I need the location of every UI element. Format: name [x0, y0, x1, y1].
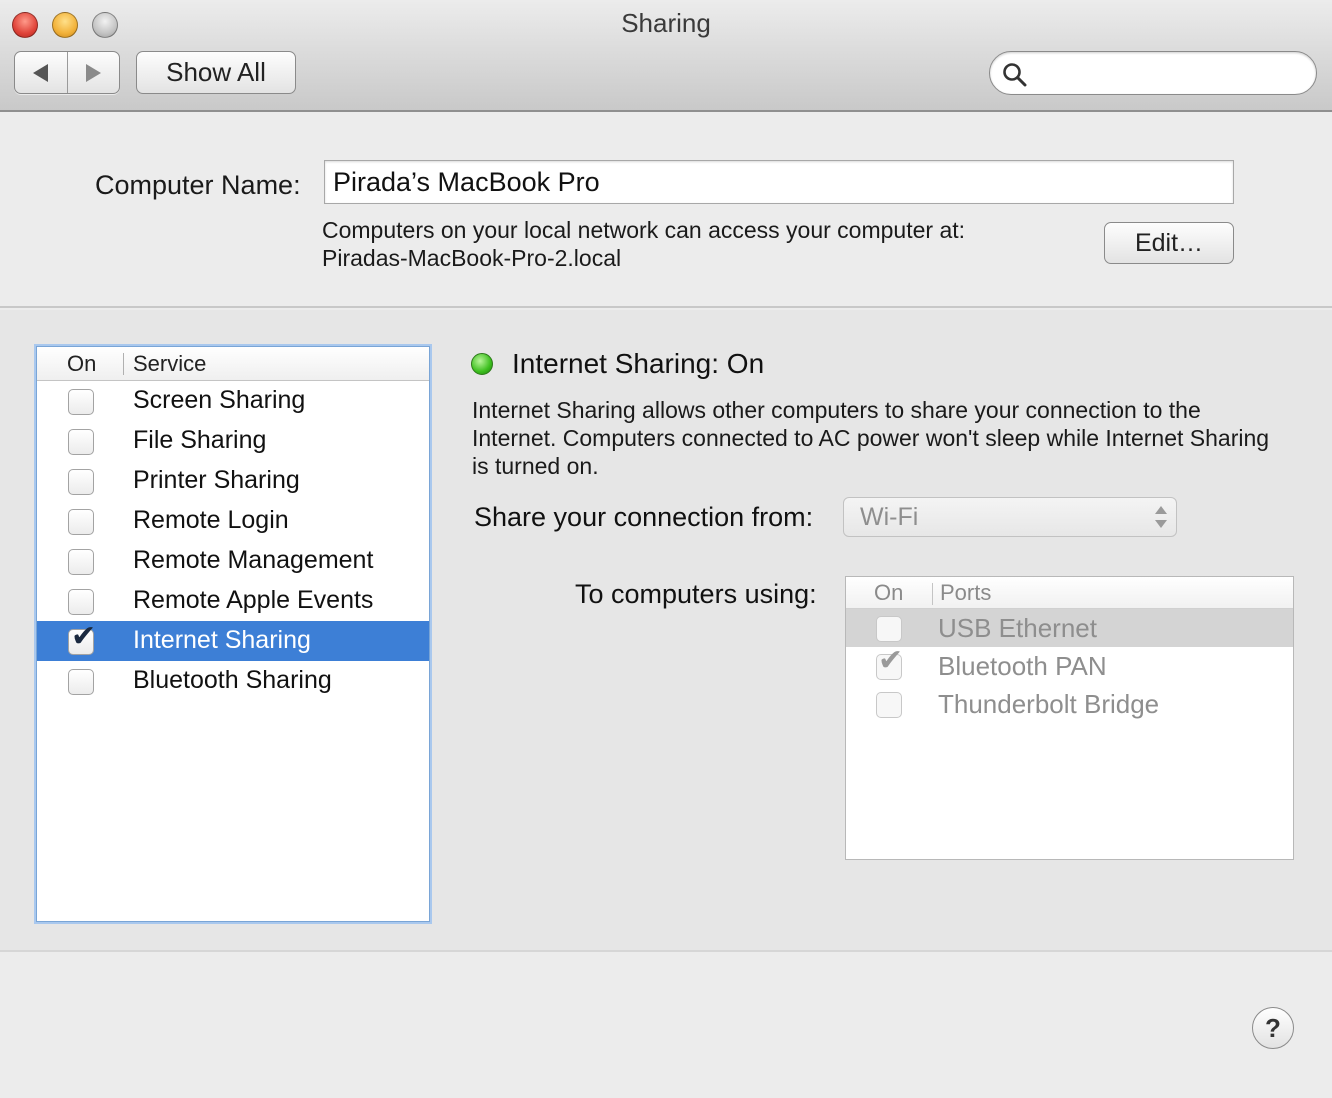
- search-icon: [1003, 63, 1027, 87]
- port-checkbox[interactable]: [876, 692, 902, 718]
- window-toolbar: Sharing Show All: [0, 0, 1332, 112]
- column-divider: [123, 353, 124, 375]
- service-checkbox[interactable]: [68, 469, 94, 495]
- service-checkbox[interactable]: [68, 509, 94, 535]
- chevron-left-icon: [33, 63, 49, 82]
- port-label: Thunderbolt Bridge: [938, 689, 1160, 719]
- port-label: USB Ethernet: [938, 613, 1097, 643]
- service-row-file-sharing[interactable]: File Sharing: [37, 421, 429, 461]
- share-from-popup[interactable]: Wi-Fi: [843, 497, 1177, 537]
- show-all-button[interactable]: Show All: [136, 51, 296, 94]
- service-status-title: Internet Sharing: On: [512, 348, 765, 379]
- column-header-ports[interactable]: Ports: [940, 580, 991, 606]
- service-row-remote-apple-events[interactable]: Remote Apple Events: [37, 581, 429, 621]
- checkmark-icon: ✔: [878, 644, 904, 677]
- port-checkbox[interactable]: [876, 616, 902, 642]
- service-label: Remote Management: [133, 546, 374, 574]
- ports-table-header: On Ports: [846, 577, 1293, 609]
- search-field[interactable]: [989, 51, 1317, 95]
- service-checkbox[interactable]: [68, 549, 94, 575]
- local-address-intro: Computers on your local network can acce…: [322, 217, 966, 243]
- service-row-remote-management[interactable]: Remote Management: [37, 541, 429, 581]
- sharing-main-panel: On Service Screen Sharing File Sharing P…: [0, 310, 1332, 952]
- service-row-printer-sharing[interactable]: Printer Sharing: [37, 461, 429, 501]
- services-table-header: On Service: [37, 347, 429, 381]
- popup-arrows-icon: [1154, 504, 1168, 530]
- search-input[interactable]: [1036, 58, 1296, 88]
- to-computers-label: To computers using:: [575, 579, 817, 609]
- chevron-right-icon: [85, 63, 101, 82]
- service-label: Printer Sharing: [133, 466, 300, 494]
- port-row-usb-ethernet[interactable]: USB Ethernet: [846, 609, 1293, 647]
- computer-name-label: Computer Name:: [95, 170, 301, 200]
- service-label: Internet Sharing: [133, 626, 311, 654]
- help-button[interactable]: ?: [1252, 1007, 1294, 1049]
- service-checkbox[interactable]: [68, 589, 94, 615]
- service-label: Remote Login: [133, 506, 289, 534]
- port-label: Bluetooth PAN: [938, 651, 1107, 681]
- service-checkbox[interactable]: [68, 389, 94, 415]
- service-label: File Sharing: [133, 426, 267, 454]
- computer-name-field[interactable]: Pirada’s MacBook Pro: [324, 160, 1234, 204]
- service-label: Bluetooth Sharing: [133, 666, 332, 694]
- local-address-value: Piradas-MacBook-Pro-2.local: [322, 245, 622, 271]
- column-header-on[interactable]: On: [874, 580, 903, 606]
- back-forward-control: [14, 51, 120, 94]
- local-address-description: Computers on your local network can acce…: [322, 216, 965, 272]
- back-button[interactable]: [15, 52, 67, 93]
- service-label: Remote Apple Events: [133, 586, 374, 614]
- service-row-internet-sharing[interactable]: ✔ Internet Sharing: [37, 621, 429, 661]
- service-description: Internet Sharing allows other computers …: [472, 397, 1270, 479]
- service-label: Screen Sharing: [133, 386, 306, 414]
- services-table[interactable]: On Service Screen Sharing File Sharing P…: [36, 346, 430, 922]
- column-header-service[interactable]: Service: [133, 351, 206, 377]
- service-row-screen-sharing[interactable]: Screen Sharing: [37, 381, 429, 421]
- column-header-on[interactable]: On: [67, 351, 96, 377]
- port-row-thunderbolt-bridge[interactable]: Thunderbolt Bridge: [846, 685, 1293, 723]
- port-checkbox[interactable]: ✔: [876, 646, 903, 680]
- service-row-remote-login[interactable]: Remote Login: [37, 501, 429, 541]
- service-checkbox[interactable]: ✔: [68, 622, 96, 655]
- service-checkbox[interactable]: [68, 429, 94, 455]
- window-title: Sharing: [621, 8, 711, 38]
- service-row-bluetooth-sharing[interactable]: Bluetooth Sharing: [37, 661, 429, 701]
- share-from-value: Wi-Fi: [860, 503, 919, 531]
- checkmark-icon: ✔: [71, 620, 97, 653]
- edit-button[interactable]: Edit…: [1104, 222, 1234, 264]
- footer-area: [0, 952, 1332, 1098]
- column-divider: [932, 583, 933, 605]
- port-row-bluetooth-pan[interactable]: ✔ Bluetooth PAN: [846, 646, 1293, 685]
- ports-table[interactable]: On Ports USB Ethernet ✔ Bluetooth PAN Th…: [845, 576, 1294, 860]
- computer-name-section: Computer Name: Pirada’s MacBook Pro Comp…: [0, 112, 1332, 308]
- status-indicator-icon: [471, 353, 493, 375]
- service-checkbox[interactable]: [68, 669, 94, 695]
- forward-button[interactable]: [66, 52, 120, 93]
- share-from-label: Share your connection from:: [474, 502, 814, 532]
